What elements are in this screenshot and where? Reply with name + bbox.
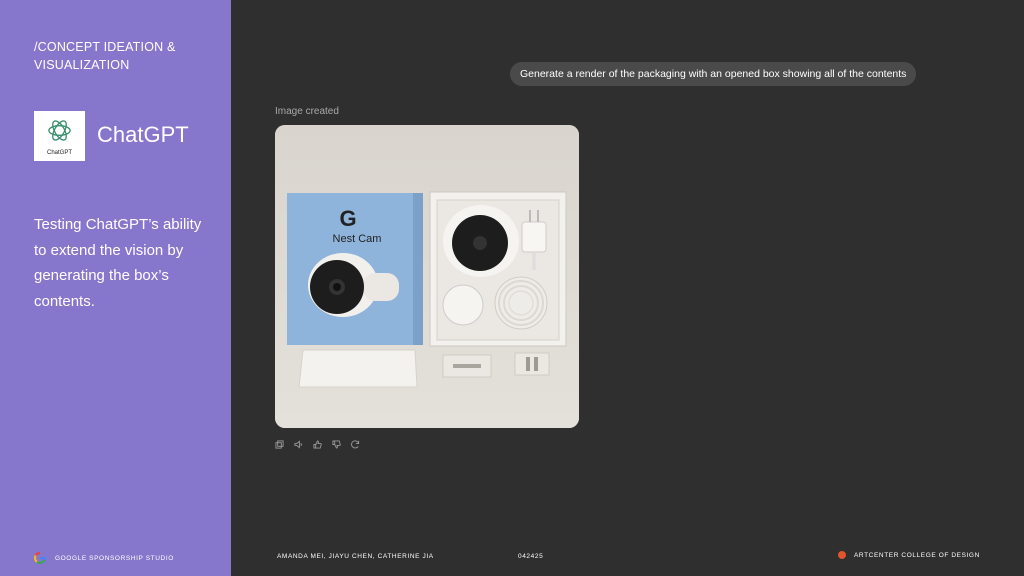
footer-studio: GOOGLE SPONSORSHIP STUDIO — [34, 552, 174, 564]
packaging-render: G Nest Cam — [275, 125, 579, 428]
google-icon — [34, 552, 46, 564]
brand-name: ChatGPT — [97, 122, 189, 147]
chatgpt-logo: ChatGPT — [34, 111, 85, 161]
studio-label: GOOGLE SPONSORSHIP STUDIO — [55, 554, 174, 562]
image-created-label: Image created — [275, 106, 339, 117]
footer-authors: AMANDA MEI, JIAYU CHEN, CATHERINE JIA — [277, 553, 434, 560]
image-actions — [275, 440, 360, 449]
school-label: ARTCENTER COLLEGE OF DESIGN — [854, 551, 980, 559]
speaker-icon[interactable] — [294, 440, 303, 449]
user-prompt-bubble: Generate a render of the packaging with … — [510, 62, 917, 86]
sidebar: /CONCEPT IDEATION & VISUALIZATION ChatGP… — [0, 0, 231, 576]
box-g-logo: G — [339, 206, 356, 231]
copy-icon[interactable] — [275, 440, 284, 449]
footer-date: 042425 — [518, 553, 544, 560]
thumbs-down-icon[interactable] — [332, 440, 341, 449]
section-title: /CONCEPT IDEATION & VISUALIZATION — [34, 40, 176, 72]
footer-school: ARTCENTER COLLEGE OF DESIGN — [838, 551, 980, 559]
description: Testing ChatGPT’s ability to extend the … — [34, 216, 202, 310]
accent-dot — [838, 551, 846, 559]
generated-image[interactable]: G Nest Cam — [275, 125, 579, 428]
regenerate-icon[interactable] — [351, 440, 360, 449]
box-product-name: Nest Cam — [333, 233, 382, 245]
thumbs-up-icon[interactable] — [313, 440, 322, 449]
logo-caption: ChatGPT — [46, 150, 72, 156]
openai-icon — [48, 120, 71, 141]
